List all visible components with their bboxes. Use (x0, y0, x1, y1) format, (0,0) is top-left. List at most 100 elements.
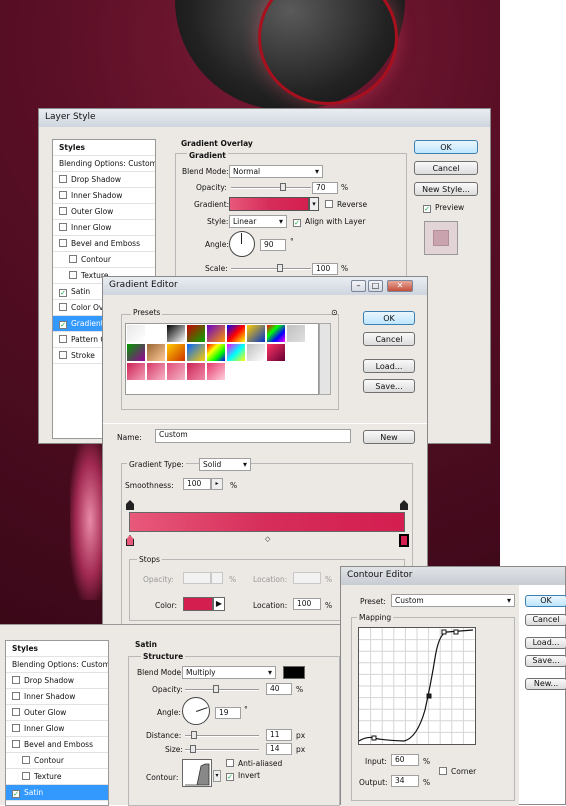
contour-thumbnail[interactable] (182, 759, 212, 787)
angle-dial[interactable] (229, 231, 255, 257)
checkbox-icon[interactable] (69, 255, 77, 263)
distance-slider[interactable] (185, 731, 259, 739)
ce-output-field[interactable]: 34 (391, 775, 419, 787)
blend-mode-select[interactable]: Normal (229, 165, 323, 178)
checkbox-icon[interactable] (12, 708, 20, 716)
midpoint-icon[interactable]: ◇ (265, 535, 270, 543)
satin-opacity-input[interactable]: 40 (266, 683, 292, 695)
satin-opacity-thumb[interactable] (213, 685, 219, 693)
checkbox-icon[interactable]: ✓ (59, 289, 67, 297)
angle-input[interactable]: 90 (260, 239, 286, 251)
effect-item[interactable]: Inner Glow (53, 220, 155, 236)
ce-preset-select[interactable]: Custom (391, 594, 515, 607)
new-style-button[interactable]: New Style... (414, 182, 478, 196)
satin-blending-options-item[interactable]: Blending Options: Custom (6, 657, 108, 673)
checkbox-icon[interactable] (69, 271, 77, 279)
preset-swatch[interactable] (146, 362, 166, 381)
checkbox-icon[interactable] (59, 175, 67, 183)
preset-swatch[interactable] (206, 324, 226, 343)
style-select[interactable]: Linear (229, 215, 287, 228)
checkbox-icon[interactable]: ✓ (12, 790, 20, 798)
ge-new-button[interactable]: New (363, 430, 415, 444)
checkbox-icon[interactable] (59, 207, 67, 215)
ge-cancel-button[interactable]: Cancel (363, 332, 415, 346)
preset-swatch[interactable] (266, 343, 286, 362)
satin-color-swatch[interactable] (283, 666, 305, 679)
ge-ok-button[interactable]: OK (363, 311, 415, 325)
preset-swatch[interactable] (226, 343, 246, 362)
preset-swatch[interactable] (186, 343, 206, 362)
checkbox-icon[interactable] (12, 740, 20, 748)
scale-input[interactable]: 100 (312, 263, 338, 275)
preset-swatch[interactable] (166, 362, 186, 381)
satin-effect-item[interactable]: Outer Glow (6, 705, 108, 721)
preset-swatch[interactable] (206, 362, 226, 381)
corner-checkbox[interactable]: Corner (439, 767, 476, 776)
preset-swatch[interactable] (286, 324, 306, 343)
distance-thumb[interactable] (191, 731, 197, 739)
size-slider[interactable] (185, 745, 259, 753)
color-stop-right-icon[interactable] (400, 535, 408, 546)
checkbox-icon[interactable] (22, 772, 30, 780)
ge-load-button[interactable]: Load... (363, 359, 415, 373)
ce-save-button[interactable]: Save... (525, 655, 566, 667)
checkbox-icon[interactable] (59, 335, 67, 343)
satin-effect-item[interactable]: Texture (6, 769, 108, 785)
checkbox-icon[interactable] (12, 676, 20, 684)
scale-slider[interactable] (231, 264, 311, 272)
ce-new-button[interactable]: New... (525, 678, 566, 690)
satin-styles-header[interactable]: Styles (6, 641, 108, 657)
gradient-type-select[interactable]: Solid (199, 458, 251, 471)
distance-input[interactable]: 11 (266, 729, 292, 741)
ce-ok-button[interactable]: OK (525, 595, 566, 607)
preset-swatch[interactable] (186, 324, 206, 343)
color-location-input[interactable]: 100 (293, 598, 321, 610)
preset-swatch[interactable] (126, 324, 146, 343)
satin-opacity-slider[interactable] (185, 685, 259, 693)
opacity-slider[interactable] (231, 183, 311, 191)
smoothness-input[interactable]: 100 (183, 478, 211, 490)
checkbox-icon[interactable] (12, 724, 20, 732)
satin-blend-mode-select[interactable]: Multiply (182, 666, 276, 679)
effect-item[interactable]: Bevel and Emboss (53, 236, 155, 252)
color-swatch[interactable] (183, 597, 213, 611)
checkbox-icon[interactable]: ✓ (59, 321, 67, 329)
satin-effect-item[interactable]: Bevel and Emboss (6, 737, 108, 753)
preset-swatch[interactable] (246, 324, 266, 343)
preset-swatch[interactable] (126, 343, 146, 362)
preset-scrollbar[interactable] (319, 323, 331, 395)
preset-swatch[interactable] (166, 343, 186, 362)
gradient-dropdown-icon[interactable]: ▾ (309, 197, 319, 211)
ce-cancel-button[interactable]: Cancel (525, 614, 566, 626)
effect-item[interactable]: Outer Glow (53, 204, 155, 220)
invert-checkbox[interactable]: ✓ Invert (226, 771, 260, 781)
contour-graph[interactable] (358, 627, 476, 745)
checkbox-icon[interactable] (59, 191, 67, 199)
gradient-preview[interactable] (229, 197, 309, 211)
size-input[interactable]: 14 (266, 743, 292, 755)
minimize-icon[interactable]: – (351, 280, 366, 292)
effect-item[interactable]: Inner Shadow (53, 188, 155, 204)
size-thumb[interactable] (190, 745, 196, 753)
presets-menu-icon[interactable]: ⊙ (331, 308, 338, 317)
blending-options-item[interactable]: Blending Options: Custom (53, 156, 155, 172)
ce-load-button[interactable]: Load... (525, 637, 566, 649)
effect-item[interactable]: Drop Shadow (53, 172, 155, 188)
checkbox-icon[interactable] (59, 303, 67, 311)
satin-angle-input[interactable]: 19 (215, 707, 241, 719)
satin-angle-dial[interactable] (182, 697, 210, 725)
checkbox-icon[interactable] (59, 239, 67, 247)
preview-checkbox[interactable]: ✓ Preview (423, 203, 464, 213)
ce-input-field[interactable]: 60 (391, 754, 419, 766)
gradient-bar[interactable] (129, 512, 405, 532)
satin-effect-item[interactable]: Inner Shadow (6, 689, 108, 705)
satin-effect-item[interactable]: Drop Shadow (6, 673, 108, 689)
satin-effect-item[interactable]: Contour (6, 753, 108, 769)
styles-header[interactable]: Styles (53, 140, 155, 156)
name-input[interactable]: Custom (155, 429, 351, 443)
reverse-checkbox[interactable]: Reverse (325, 200, 367, 209)
contour-dropdown-icon[interactable]: ▾ (213, 770, 221, 782)
anti-aliased-checkbox[interactable]: Anti-aliased (226, 759, 282, 768)
checkbox-icon[interactable] (12, 692, 20, 700)
scale-slider-thumb[interactable] (277, 264, 283, 272)
